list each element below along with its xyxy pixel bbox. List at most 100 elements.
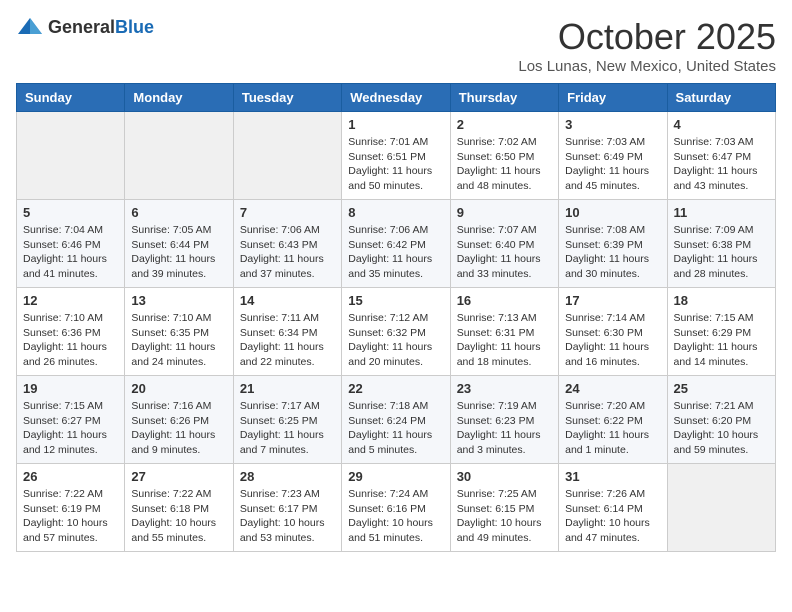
header-tuesday: Tuesday bbox=[233, 84, 341, 112]
header-monday: Monday bbox=[125, 84, 233, 112]
day-info: Sunrise: 7:16 AM Sunset: 6:26 PM Dayligh… bbox=[131, 399, 226, 458]
day-number: 29 bbox=[348, 469, 443, 484]
day-info: Sunrise: 7:17 AM Sunset: 6:25 PM Dayligh… bbox=[240, 399, 335, 458]
day-info: Sunrise: 7:08 AM Sunset: 6:39 PM Dayligh… bbox=[565, 223, 660, 282]
day-info: Sunrise: 7:10 AM Sunset: 6:35 PM Dayligh… bbox=[131, 311, 226, 370]
header-thursday: Thursday bbox=[450, 84, 558, 112]
day-number: 21 bbox=[240, 381, 335, 396]
day-info: Sunrise: 7:05 AM Sunset: 6:44 PM Dayligh… bbox=[131, 223, 226, 282]
calendar-cell: 29 Sunrise: 7:24 AM Sunset: 6:16 PM Dayli… bbox=[342, 464, 450, 552]
week-row-5: 26Sunrise: 7:22 AM Sunset: 6:19 PM Dayli… bbox=[17, 464, 776, 552]
day-info: Sunrise: 7:11 AM Sunset: 6:34 PM Dayligh… bbox=[240, 311, 335, 370]
day-info: Sunrise: 7:13 AM Sunset: 6:31 PM Dayligh… bbox=[457, 311, 552, 370]
calendar-cell: 17 Sunrise: 7:14 AM Sunset: 6:30 PM Dayli… bbox=[559, 288, 667, 376]
calendar-cell: 19 Sunrise: 7:15 AM Sunset: 6:27 PM Dayli… bbox=[17, 376, 125, 464]
day-number: 14 bbox=[240, 293, 335, 308]
day-number: 28 bbox=[240, 469, 335, 484]
day-number: 9 bbox=[457, 205, 552, 220]
calendar: SundayMondayTuesdayWednesdayThursdayFrid… bbox=[16, 83, 776, 552]
day-number: 25 bbox=[674, 381, 769, 396]
calendar-cell: 14 Sunrise: 7:11 AM Sunset: 6:34 PM Dayli… bbox=[233, 288, 341, 376]
month-title: October 2025 bbox=[518, 16, 776, 58]
day-number: 3 bbox=[565, 117, 660, 132]
calendar-cell: 12 Sunrise: 7:10 AM Sunset: 6:36 PM Dayli… bbox=[17, 288, 125, 376]
calendar-cell: 25 Sunrise: 7:21 AM Sunset: 6:20 PM Dayli… bbox=[667, 376, 775, 464]
day-number: 23 bbox=[457, 381, 552, 396]
calendar-cell: 2Sunrise: 7:02 AM Sunset: 6:50 PM Daylig… bbox=[450, 112, 558, 200]
logo-icon bbox=[16, 16, 44, 38]
calendar-cell: 31Sunrise: 7:26 AM Sunset: 6:14 PM Dayli… bbox=[559, 464, 667, 552]
week-row-2: 5 Sunrise: 7:04 AM Sunset: 6:46 PM Daylig… bbox=[17, 200, 776, 288]
calendar-cell: 8 Sunrise: 7:06 AM Sunset: 6:42 PM Daylig… bbox=[342, 200, 450, 288]
calendar-cell: 1Sunrise: 7:01 AM Sunset: 6:51 PM Daylig… bbox=[342, 112, 450, 200]
day-info: Sunrise: 7:14 AM Sunset: 6:30 PM Dayligh… bbox=[565, 311, 660, 370]
day-info: Sunrise: 7:10 AM Sunset: 6:36 PM Dayligh… bbox=[23, 311, 118, 370]
calendar-cell: 9Sunrise: 7:07 AM Sunset: 6:40 PM Daylig… bbox=[450, 200, 558, 288]
header-sunday: Sunday bbox=[17, 84, 125, 112]
day-info: Sunrise: 7:15 AM Sunset: 6:29 PM Dayligh… bbox=[674, 311, 769, 370]
calendar-cell: 16 Sunrise: 7:13 AM Sunset: 6:31 PM Dayli… bbox=[450, 288, 558, 376]
day-info: Sunrise: 7:01 AM Sunset: 6:51 PM Dayligh… bbox=[348, 135, 443, 194]
week-row-4: 19 Sunrise: 7:15 AM Sunset: 6:27 PM Dayli… bbox=[17, 376, 776, 464]
calendar-cell: 5 Sunrise: 7:04 AM Sunset: 6:46 PM Daylig… bbox=[17, 200, 125, 288]
day-info: Sunrise: 7:15 AM Sunset: 6:27 PM Dayligh… bbox=[23, 399, 118, 458]
calendar-cell: 26Sunrise: 7:22 AM Sunset: 6:19 PM Dayli… bbox=[17, 464, 125, 552]
day-info: Sunrise: 7:24 AM Sunset: 6:16 PM Dayligh… bbox=[348, 487, 443, 546]
calendar-cell bbox=[667, 464, 775, 552]
day-info: Sunrise: 7:06 AM Sunset: 6:43 PM Dayligh… bbox=[240, 223, 335, 282]
calendar-cell: 13 Sunrise: 7:10 AM Sunset: 6:35 PM Dayli… bbox=[125, 288, 233, 376]
day-number: 7 bbox=[240, 205, 335, 220]
logo-text-blue: Blue bbox=[115, 17, 154, 37]
calendar-cell: 22 Sunrise: 7:18 AM Sunset: 6:24 PM Dayli… bbox=[342, 376, 450, 464]
day-number: 5 bbox=[23, 205, 118, 220]
day-number: 2 bbox=[457, 117, 552, 132]
calendar-cell: 10Sunrise: 7:08 AM Sunset: 6:39 PM Dayli… bbox=[559, 200, 667, 288]
day-info: Sunrise: 7:12 AM Sunset: 6:32 PM Dayligh… bbox=[348, 311, 443, 370]
calendar-cell: 23 Sunrise: 7:19 AM Sunset: 6:23 PM Dayli… bbox=[450, 376, 558, 464]
day-info: Sunrise: 7:26 AM Sunset: 6:14 PM Dayligh… bbox=[565, 487, 660, 546]
calendar-cell bbox=[125, 112, 233, 200]
day-number: 19 bbox=[23, 381, 118, 396]
day-number: 20 bbox=[131, 381, 226, 396]
calendar-cell: 30Sunrise: 7:25 AM Sunset: 6:15 PM Dayli… bbox=[450, 464, 558, 552]
calendar-cell: 27 Sunrise: 7:22 AM Sunset: 6:18 PM Dayli… bbox=[125, 464, 233, 552]
day-number: 18 bbox=[674, 293, 769, 308]
header-wednesday: Wednesday bbox=[342, 84, 450, 112]
week-row-3: 12 Sunrise: 7:10 AM Sunset: 6:36 PM Dayli… bbox=[17, 288, 776, 376]
day-number: 8 bbox=[348, 205, 443, 220]
header: GeneralBlue October 2025 Los Lunas, New … bbox=[16, 16, 776, 75]
location-title: Los Lunas, New Mexico, United States bbox=[518, 58, 776, 75]
day-number: 15 bbox=[348, 293, 443, 308]
day-info: Sunrise: 7:18 AM Sunset: 6:24 PM Dayligh… bbox=[348, 399, 443, 458]
day-number: 17 bbox=[565, 293, 660, 308]
calendar-cell: 24Sunrise: 7:20 AM Sunset: 6:22 PM Dayli… bbox=[559, 376, 667, 464]
logo: GeneralBlue bbox=[16, 16, 154, 38]
day-info: Sunrise: 7:09 AM Sunset: 6:38 PM Dayligh… bbox=[674, 223, 769, 282]
day-number: 11 bbox=[674, 205, 769, 220]
day-info: Sunrise: 7:06 AM Sunset: 6:42 PM Dayligh… bbox=[348, 223, 443, 282]
day-info: Sunrise: 7:03 AM Sunset: 6:49 PM Dayligh… bbox=[565, 135, 660, 194]
calendar-cell: 20 Sunrise: 7:16 AM Sunset: 6:26 PM Dayli… bbox=[125, 376, 233, 464]
calendar-cell: 11 Sunrise: 7:09 AM Sunset: 6:38 PM Dayli… bbox=[667, 200, 775, 288]
calendar-cell bbox=[233, 112, 341, 200]
logo-text-general: General bbox=[48, 17, 115, 37]
title-area: October 2025 Los Lunas, New Mexico, Unit… bbox=[518, 16, 776, 75]
header-friday: Friday bbox=[559, 84, 667, 112]
day-number: 12 bbox=[23, 293, 118, 308]
day-number: 13 bbox=[131, 293, 226, 308]
day-number: 16 bbox=[457, 293, 552, 308]
day-info: Sunrise: 7:22 AM Sunset: 6:18 PM Dayligh… bbox=[131, 487, 226, 546]
calendar-cell bbox=[17, 112, 125, 200]
day-number: 22 bbox=[348, 381, 443, 396]
day-number: 6 bbox=[131, 205, 226, 220]
calendar-cell: 21 Sunrise: 7:17 AM Sunset: 6:25 PM Dayli… bbox=[233, 376, 341, 464]
day-info: Sunrise: 7:04 AM Sunset: 6:46 PM Dayligh… bbox=[23, 223, 118, 282]
calendar-cell: 28Sunrise: 7:23 AM Sunset: 6:17 PM Dayli… bbox=[233, 464, 341, 552]
day-info: Sunrise: 7:21 AM Sunset: 6:20 PM Dayligh… bbox=[674, 399, 769, 458]
day-number: 27 bbox=[131, 469, 226, 484]
day-info: Sunrise: 7:19 AM Sunset: 6:23 PM Dayligh… bbox=[457, 399, 552, 458]
day-info: Sunrise: 7:03 AM Sunset: 6:47 PM Dayligh… bbox=[674, 135, 769, 194]
calendar-cell: 3 Sunrise: 7:03 AM Sunset: 6:49 PM Daylig… bbox=[559, 112, 667, 200]
day-info: Sunrise: 7:25 AM Sunset: 6:15 PM Dayligh… bbox=[457, 487, 552, 546]
calendar-cell: 18 Sunrise: 7:15 AM Sunset: 6:29 PM Dayli… bbox=[667, 288, 775, 376]
